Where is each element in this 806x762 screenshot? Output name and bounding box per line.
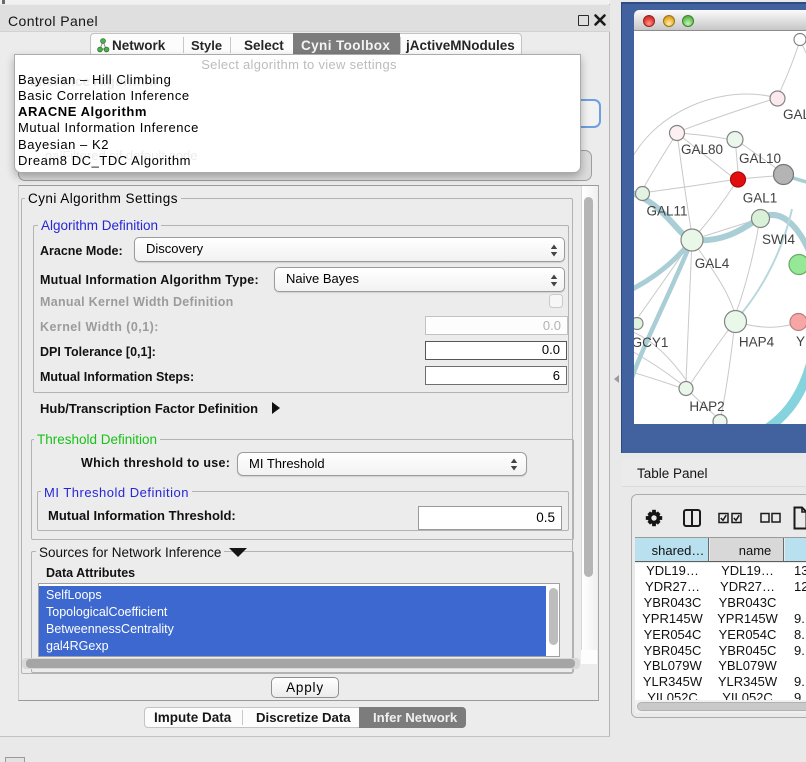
svg-text:GAL7: GAL7	[783, 107, 806, 122]
svg-text:GAL10: GAL10	[739, 151, 781, 166]
svg-text:SWI4: SWI4	[762, 232, 795, 247]
svg-text:GAL11: GAL11	[646, 204, 687, 219]
svg-text:GCY1: GCY1	[634, 335, 668, 350]
svg-text:GAL4: GAL4	[695, 256, 730, 271]
svg-text:GAL1: GAL1	[743, 191, 778, 206]
svg-text:HAP2: HAP2	[689, 399, 724, 414]
svg-text:GAL80: GAL80	[681, 142, 723, 157]
svg-text:YM: YM	[796, 334, 806, 349]
svg-text:HAP4: HAP4	[739, 335, 775, 350]
